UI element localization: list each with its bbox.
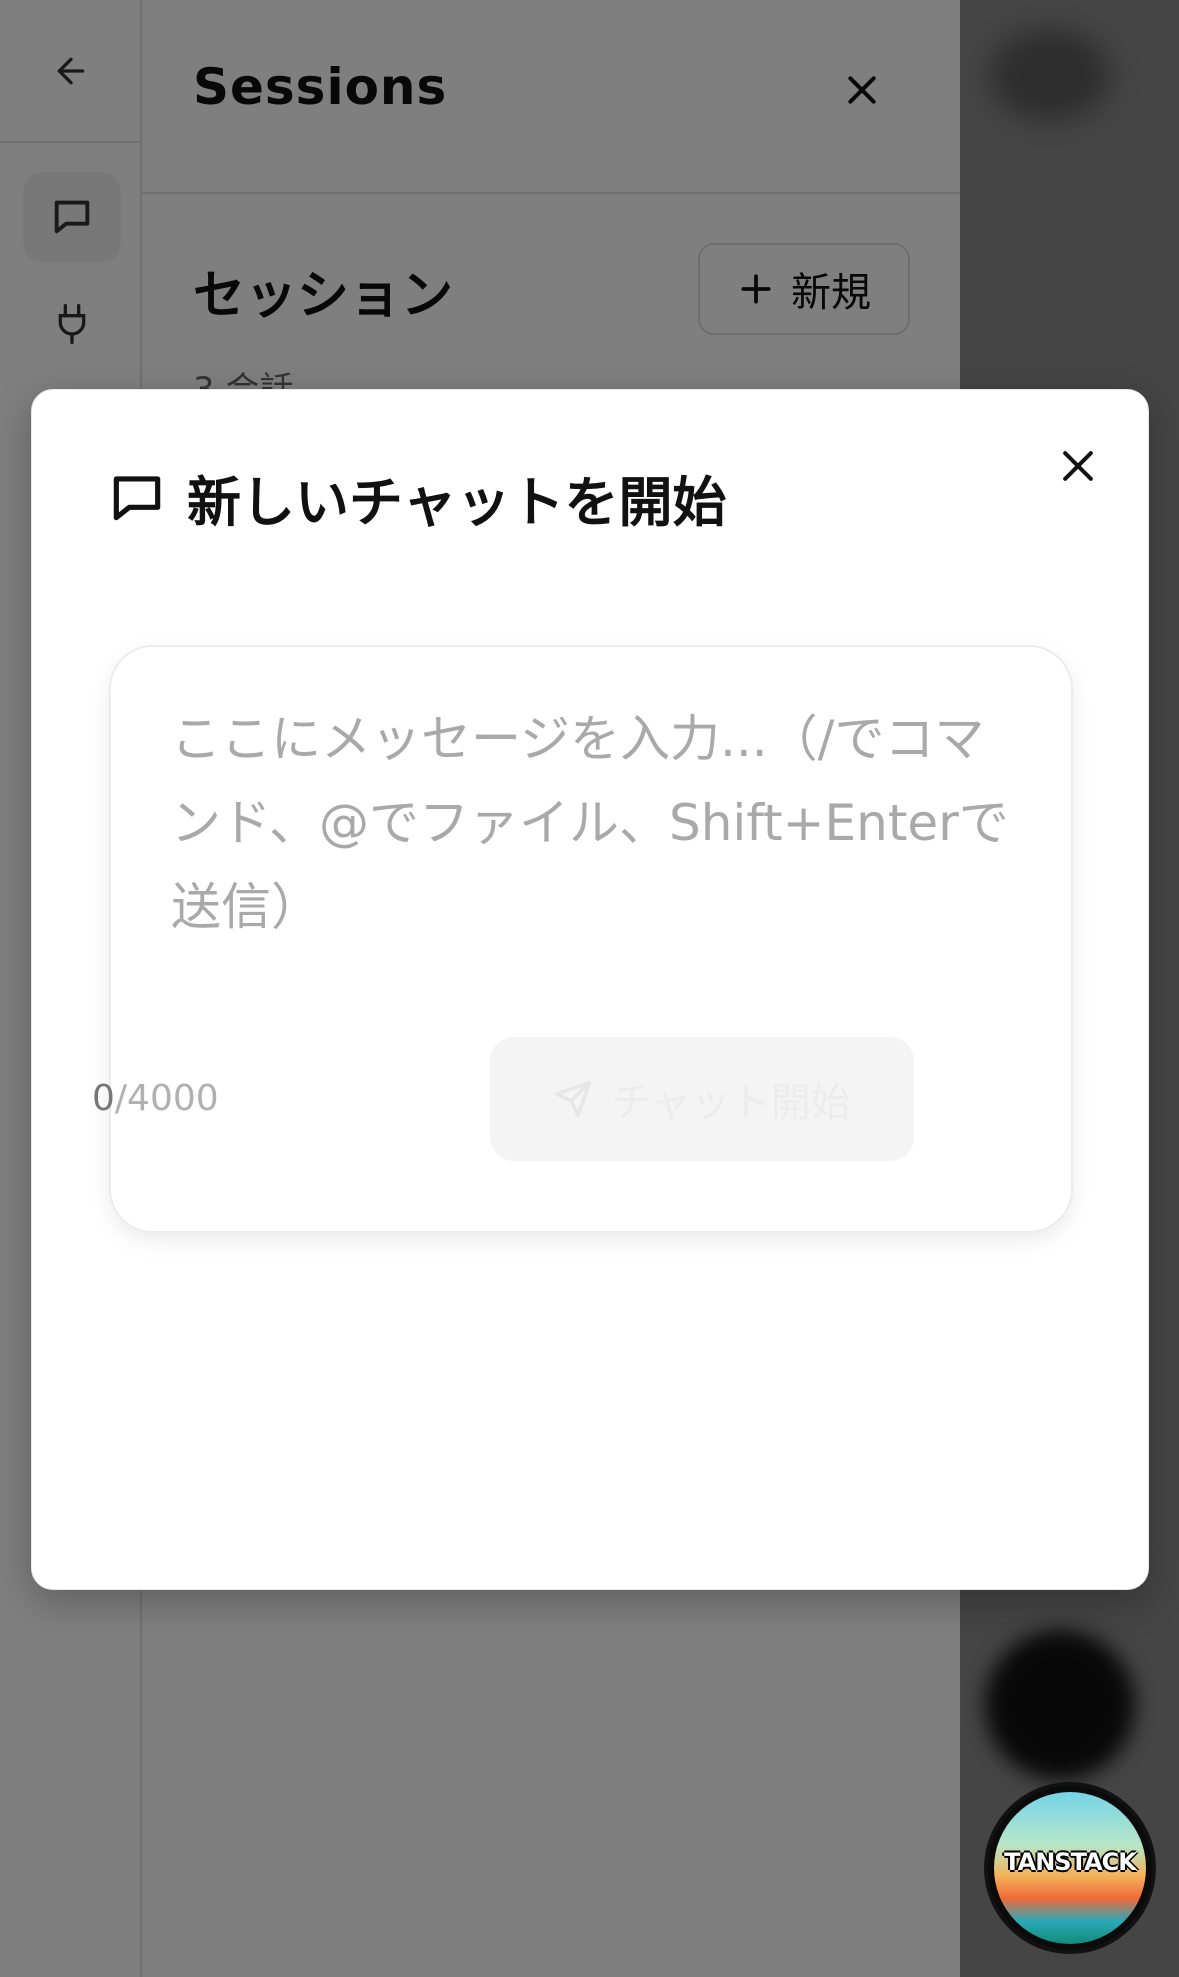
message-placeholder: ここにメッセージを入力...（/でコマンド、@でファイル、Shift+Enter… <box>171 710 1009 936</box>
send-icon <box>554 1080 592 1118</box>
dialog-title: 新しいチャットを開始 <box>187 471 727 534</box>
char-count-current: 0 <box>92 1078 115 1119</box>
tanstack-devtools-logo[interactable]: TANSTACK <box>988 1786 1152 1950</box>
chat-bubble-icon <box>106 466 168 532</box>
close-icon <box>1063 451 1093 481</box>
start-chat-button[interactable]: チャット開始 <box>490 1037 914 1161</box>
logo-text: TANSTACK <box>1004 1848 1137 1876</box>
new-chat-dialog: 新しいチャットを開始 ここにメッセージを入力...（/でコマンド、@でファイル、… <box>31 389 1149 1590</box>
char-count-max: /4000 <box>114 1078 219 1119</box>
start-chat-label: チャット開始 <box>611 1080 851 1126</box>
dialog-close-button[interactable] <box>1056 444 1100 492</box>
character-counter: 0/4000 <box>92 1078 219 1119</box>
